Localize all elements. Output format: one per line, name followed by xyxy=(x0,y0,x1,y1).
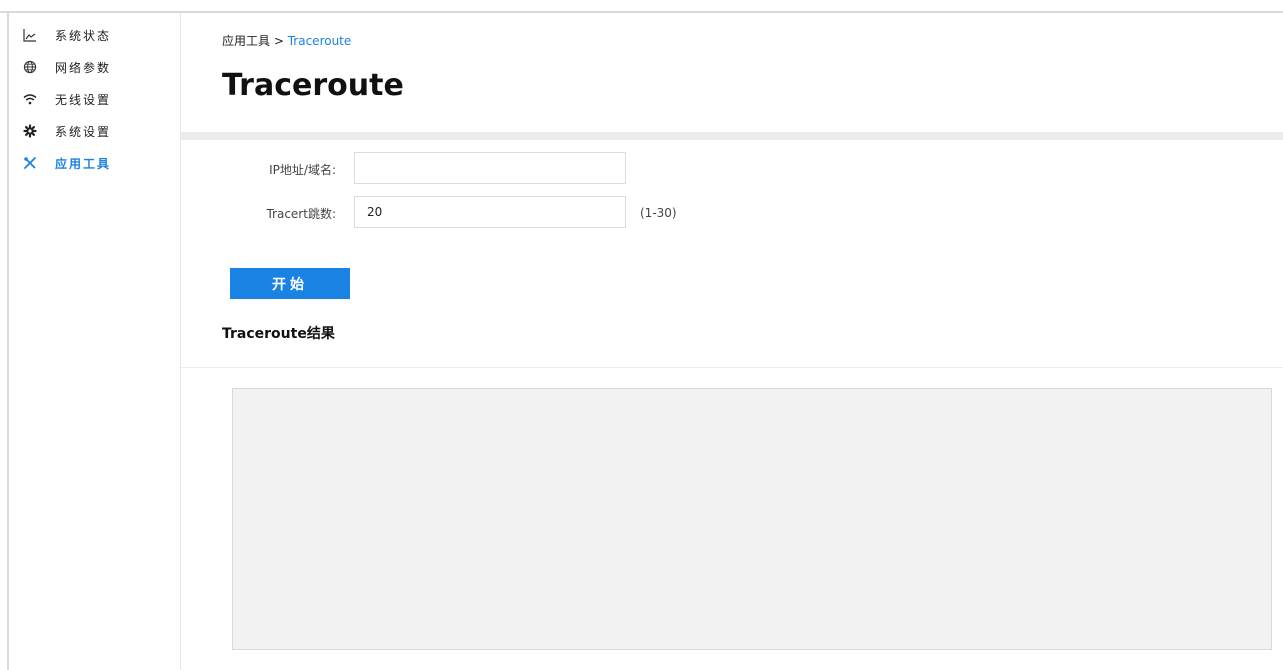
tracert-hops-label: Tracert跳数: xyxy=(266,207,336,221)
wifi-icon xyxy=(23,92,37,106)
page-title: Traceroute xyxy=(222,68,404,103)
sidebar: 系统状态 网络参数 无线设置 系统设置 应用工具 xyxy=(9,13,181,670)
ip-address-label: IP地址/域名: xyxy=(269,163,336,177)
sidebar-item-label: 系统设置 xyxy=(55,125,112,139)
sidebar-item-label: 网络参数 xyxy=(55,61,112,75)
globe-icon xyxy=(23,60,37,74)
result-title: Traceroute结果 xyxy=(222,326,335,342)
sidebar-item-network-params[interactable]: 网络参数 xyxy=(9,53,180,81)
main-content: 应用工具 > Traceroute Traceroute IP地址/域名: Tr… xyxy=(181,13,1283,670)
sidebar-item-app-tools[interactable]: 应用工具 xyxy=(9,149,180,177)
breadcrumb-separator: > xyxy=(273,34,284,48)
tools-icon xyxy=(23,156,37,170)
breadcrumb-parent[interactable]: 应用工具 xyxy=(222,34,270,48)
breadcrumb: 应用工具 > Traceroute xyxy=(222,32,351,49)
sidebar-item-wireless-settings[interactable]: 无线设置 xyxy=(9,85,180,113)
start-button[interactable]: 开始 xyxy=(230,268,350,299)
tracert-hops-input[interactable] xyxy=(354,196,626,228)
result-divider xyxy=(181,367,1283,368)
sidebar-item-label: 无线设置 xyxy=(55,93,112,107)
sidebar-item-system-settings[interactable]: 系统设置 xyxy=(9,117,180,145)
header-separator-band xyxy=(181,132,1283,140)
sidebar-item-system-status[interactable]: 系统状态 xyxy=(9,21,180,49)
sidebar-item-label: 系统状态 xyxy=(55,29,112,43)
traceroute-result-output[interactable] xyxy=(232,388,1272,650)
gear-icon xyxy=(23,124,37,138)
breadcrumb-current: Traceroute xyxy=(287,34,352,48)
line-chart-icon xyxy=(23,28,37,42)
ip-address-input[interactable] xyxy=(354,152,626,184)
sidebar-item-label: 应用工具 xyxy=(55,157,112,171)
hops-range-hint: (1-30) xyxy=(640,206,677,220)
